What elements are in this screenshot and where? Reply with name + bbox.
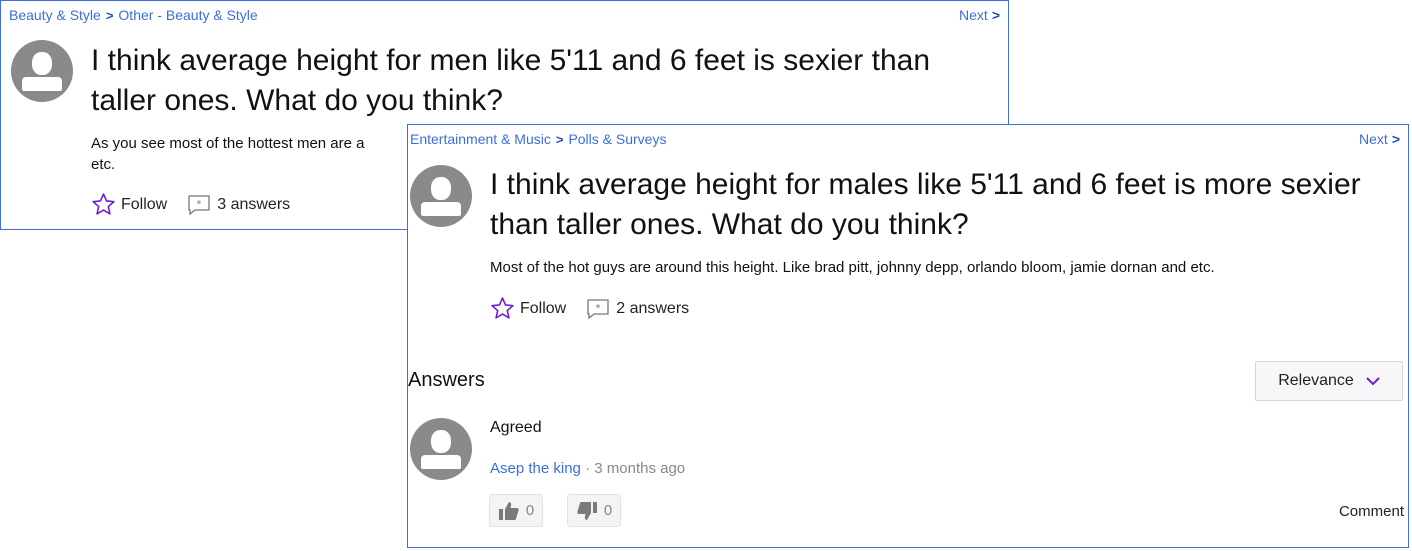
meta-separator: · (585, 460, 591, 477)
sort-dropdown[interactable]: Relevance (1255, 361, 1403, 401)
question-body-line: As you see most of the hottest men are a (91, 135, 365, 152)
answer-time: 3 months ago (594, 460, 686, 477)
answers-heading: Answers (408, 369, 485, 391)
thumbs-down-icon (577, 501, 597, 520)
question-body: Most of the hot guys are around this hei… (490, 259, 1215, 276)
question-card-front: Entertainment & Music > Polls & Surveys Ne… (407, 124, 1409, 548)
next-link[interactable]: Next > (959, 7, 1000, 23)
sort-label: Relevance (1278, 372, 1354, 389)
breadcrumb: Entertainment & Music > Polls & Surveys (410, 131, 666, 147)
answers-icon: * (587, 298, 609, 319)
chevron-right-icon: > (555, 132, 564, 147)
star-icon[interactable] (490, 296, 515, 321)
thumbs-up-icon (498, 501, 519, 520)
question-actions: Follow * 2 answers (490, 296, 689, 321)
answers-icon: * (188, 194, 210, 215)
follow-button[interactable]: Follow (121, 196, 167, 214)
answer-author-link[interactable]: Asep the king (490, 460, 581, 477)
question-title: I think average height for males like 5'… (490, 168, 1361, 241)
next-label: Next (959, 7, 988, 23)
answer-meta: Asep the king · 3 months ago (490, 460, 685, 477)
chevron-right-icon: > (991, 7, 1000, 23)
breadcrumb-subcategory[interactable]: Other - Beauty & Style (118, 7, 257, 23)
next-link[interactable]: Next > (1359, 131, 1400, 147)
downvote-button[interactable]: 0 (567, 494, 621, 527)
upvote-button[interactable]: 0 (489, 494, 543, 527)
user-avatar-icon (410, 165, 472, 227)
comment-button[interactable]: Comment (1339, 503, 1404, 520)
breadcrumb: Beauty & Style > Other - Beauty & Style (9, 7, 258, 23)
svg-text:*: * (197, 199, 202, 210)
user-avatar-icon (11, 40, 73, 102)
breadcrumb-category[interactable]: Beauty & Style (9, 7, 101, 23)
star-icon[interactable] (91, 192, 116, 217)
answer-text: Agreed (490, 419, 542, 436)
follow-button[interactable]: Follow (520, 300, 566, 318)
answers-count[interactable]: 3 answers (217, 196, 290, 214)
downvote-count: 0 (603, 502, 613, 519)
user-avatar-icon[interactable] (410, 418, 472, 480)
question-body: As you see most of the hottest men are a… (91, 133, 411, 175)
breadcrumb-category[interactable]: Entertainment & Music (410, 131, 551, 147)
question-body-line: etc. (91, 156, 116, 173)
svg-text:*: * (596, 303, 601, 314)
answers-count[interactable]: 2 answers (616, 300, 689, 318)
breadcrumb-subcategory[interactable]: Polls & Surveys (568, 131, 666, 147)
chevron-right-icon: > (1391, 131, 1400, 147)
upvote-count: 0 (525, 502, 535, 519)
chevron-down-icon (1366, 377, 1380, 386)
next-label: Next (1359, 131, 1388, 147)
question-title: I think average height for men like 5'11… (91, 44, 931, 117)
chevron-right-icon: > (105, 8, 114, 23)
question-actions: Follow * 3 answers (91, 192, 290, 217)
